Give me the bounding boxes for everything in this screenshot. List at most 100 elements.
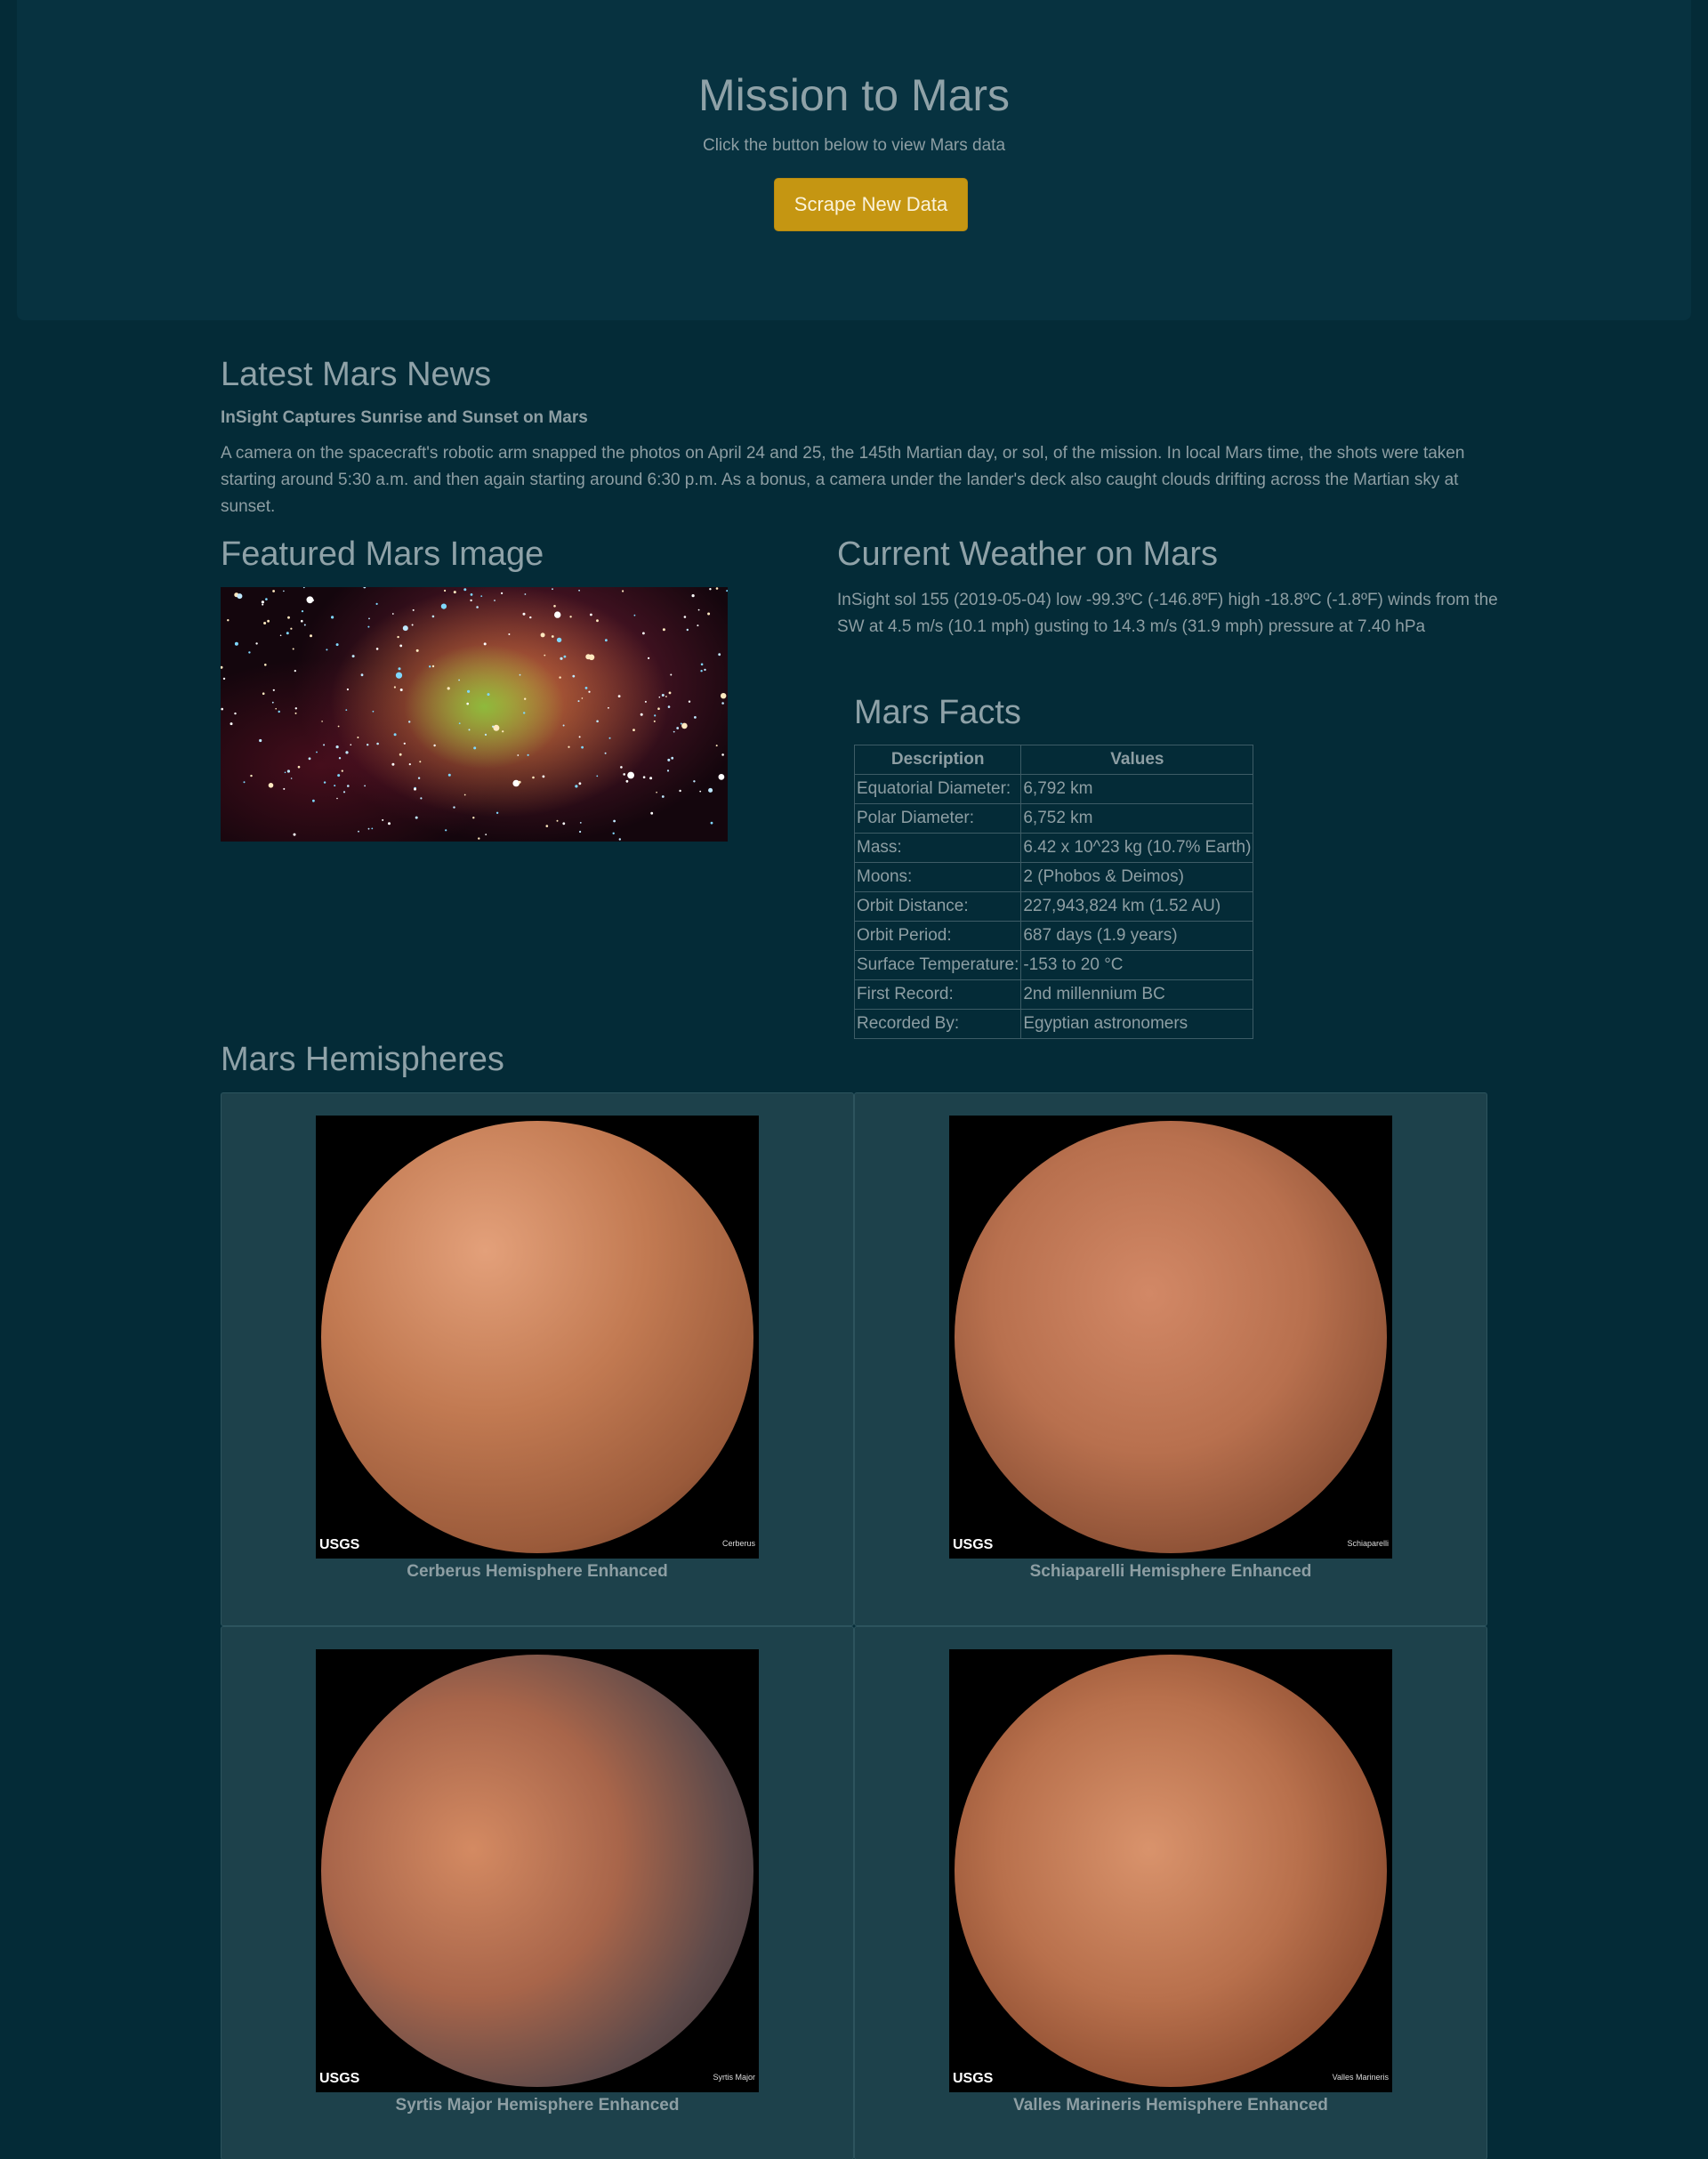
star: [267, 619, 270, 623]
hemisphere-image[interactable]: USGS Schiaparelli: [949, 1116, 1392, 1559]
star: [363, 587, 367, 589]
star: [397, 635, 399, 639]
fact-value: 227,943,824 km (1.52 AU): [1020, 891, 1254, 922]
star: [429, 665, 431, 668]
star: [694, 716, 697, 719]
scrape-button[interactable]: Scrape New Data: [774, 178, 968, 231]
star: [272, 590, 275, 592]
star: [440, 603, 447, 609]
hemisphere-image[interactable]: USGS Valles Marineris: [949, 1649, 1392, 2092]
star: [627, 771, 634, 779]
star: [693, 780, 696, 783]
star: [699, 790, 702, 793]
star: [431, 615, 435, 618]
star: [458, 679, 460, 681]
hemisphere-image[interactable]: USGS Syrtis Major: [316, 1649, 759, 2092]
star: [493, 724, 500, 731]
star: [667, 705, 671, 708]
star: [578, 589, 580, 592]
hemisphere-image-label: Valles Marineris: [1332, 2073, 1389, 2082]
fact-description: Equatorial Diameter:: [853, 774, 1022, 804]
fact-description: Orbit Period:: [853, 921, 1022, 951]
star: [590, 613, 592, 616]
star: [668, 691, 672, 695]
star: [263, 622, 267, 624]
header-jumbotron: Mission to Mars Click the button below t…: [17, 0, 1691, 320]
star: [697, 608, 700, 611]
star: [415, 649, 419, 652]
star: [303, 624, 306, 626]
star: [284, 771, 286, 774]
star: [463, 588, 467, 592]
usgs-logo: USGS: [319, 2071, 360, 2086]
star: [341, 769, 343, 772]
star: [447, 687, 450, 690]
star: [234, 641, 238, 646]
star: [612, 832, 615, 834]
fact-description: First Record:: [853, 979, 1022, 1010]
news-title: InSight Captures Sunrise and Sunset on M…: [221, 408, 588, 427]
star: [367, 625, 370, 628]
facts-header-row: Description Values: [853, 745, 1254, 775]
star: [312, 600, 315, 601]
page-title: Mission to Mars: [697, 70, 1011, 120]
star: [364, 785, 366, 787]
star: [708, 787, 713, 793]
star: [700, 670, 703, 673]
star: [484, 733, 487, 736]
featured-image[interactable]: [221, 587, 728, 842]
star: [653, 720, 656, 722]
star: [326, 649, 328, 651]
fact-description: Mass:: [853, 833, 1022, 863]
star: [579, 830, 582, 834]
star: [495, 811, 499, 814]
star: [342, 791, 346, 794]
star: [453, 806, 455, 809]
star: [649, 777, 653, 780]
star: [502, 730, 504, 733]
planet-globe: [321, 1655, 753, 2087]
hemisphere-title: Syrtis Major Hemisphere Enhanced: [395, 2096, 680, 2115]
star: [715, 587, 719, 590]
star: [391, 762, 395, 766]
star: [608, 737, 611, 739]
star: [431, 665, 435, 668]
star: [264, 664, 267, 666]
star: [338, 757, 342, 760]
star: [517, 754, 520, 756]
table-row: Orbit Period: 687 days (1.9 years): [853, 921, 1254, 951]
star: [230, 722, 233, 726]
star: [519, 673, 521, 676]
star: [255, 642, 258, 645]
planet-globe: [955, 1121, 1387, 1553]
fact-value: 6,752 km: [1020, 803, 1254, 834]
star: [560, 657, 563, 660]
star: [524, 593, 527, 595]
hemisphere-image-label: Cerberus: [721, 1539, 755, 1548]
star: [577, 700, 580, 703]
star: [556, 637, 562, 643]
fact-value: 6,792 km: [1020, 774, 1254, 804]
table-row: Polar Diameter: 6,752 km: [853, 803, 1254, 834]
star: [367, 827, 370, 830]
star: [721, 753, 724, 756]
star: [415, 816, 418, 819]
star: [683, 616, 687, 618]
star: [367, 744, 369, 746]
hemisphere-image-label: Schiaparelli: [1347, 1539, 1389, 1548]
star: [554, 611, 561, 618]
star: [335, 745, 339, 749]
star: [681, 722, 688, 729]
star: [691, 594, 695, 598]
star: [283, 787, 286, 790]
star: [433, 744, 436, 747]
hemisphere-image[interactable]: USGS Cerberus: [316, 1116, 759, 1559]
star: [234, 712, 237, 715]
star: [666, 769, 670, 772]
star: [501, 592, 504, 594]
star: [529, 616, 532, 619]
weather-heading: Current Weather on Mars: [837, 536, 1219, 573]
star: [294, 670, 296, 673]
fact-value: 2 (Phobos & Deimos): [1020, 862, 1254, 892]
star: [568, 745, 570, 748]
